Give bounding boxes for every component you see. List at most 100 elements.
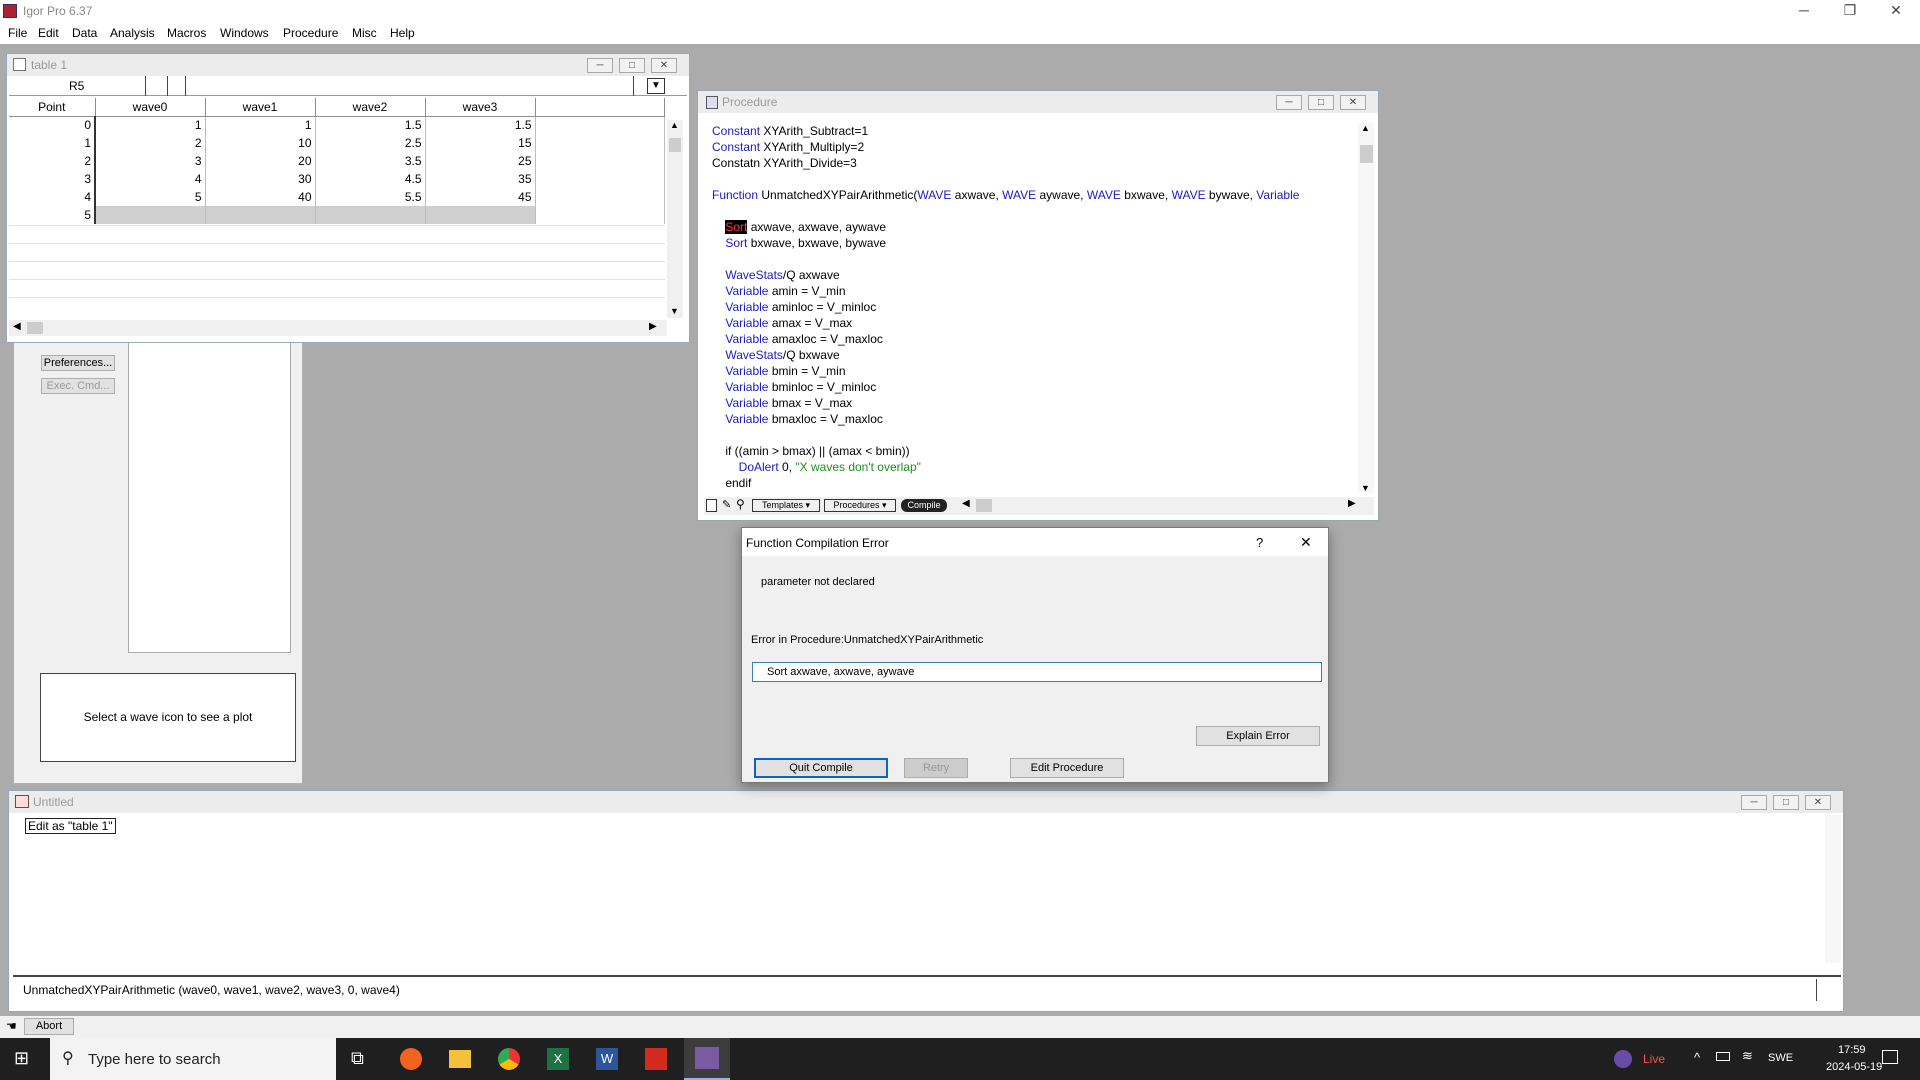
abort-button[interactable]: Abort	[24, 1018, 74, 1035]
scroll-down-icon[interactable]: ▼	[1361, 483, 1370, 493]
table-title-bar[interactable]: table 1 ─ □ ✕	[7, 54, 689, 76]
menu-edit[interactable]: Edit	[38, 26, 59, 40]
horizontal-scrollbar[interactable]: ◀ ▶	[9, 320, 667, 336]
menu-analysis[interactable]: Analysis	[110, 26, 155, 40]
table-cell[interactable]: 40	[205, 188, 316, 206]
templates-menu[interactable]: Templates ▾	[752, 499, 820, 512]
table-cell[interactable]: 1	[205, 116, 316, 134]
table-cell[interactable]: 45	[425, 188, 536, 206]
cell-entry-bar[interactable]: R5 ▼	[9, 76, 687, 96]
table-cell[interactable]: 1.5	[425, 116, 536, 134]
vertical-scrollbar[interactable]: ▲ ▼	[667, 120, 683, 318]
scroll-left-icon[interactable]: ◀	[962, 498, 970, 509]
scroll-up-icon[interactable]: ▲	[670, 120, 679, 130]
scroll-left-icon[interactable]: ◀	[13, 321, 21, 332]
language-indicator[interactable]: SWE	[1768, 1052, 1793, 1064]
table-cell[interactable]: 5.5	[315, 188, 426, 206]
wifi-icon[interactable]: ≋	[1742, 1048, 1753, 1064]
maximize-icon[interactable]: □	[619, 58, 645, 73]
menu-macros[interactable]: Macros	[167, 26, 206, 40]
vertical-scrollbar[interactable]: ▲ ▼	[1358, 123, 1374, 493]
exec-cmd-button[interactable]: Exec. Cmd...	[41, 378, 115, 394]
scroll-right-icon[interactable]: ▶	[1348, 498, 1356, 509]
minimize-icon[interactable]: ─	[1784, 2, 1824, 22]
error-code-field[interactable]: Sort axwave, axwave, aywave	[752, 662, 1322, 682]
table-cell[interactable]: 4	[9, 188, 96, 206]
scroll-right-icon[interactable]: ▶	[649, 321, 657, 332]
taskbar-search[interactable]: ⚲ Type here to search	[50, 1038, 336, 1080]
close-icon[interactable]: ✕	[1805, 795, 1831, 810]
procedures-menu[interactable]: Procedures ▾	[824, 499, 896, 512]
word-icon[interactable]: W	[596, 1048, 618, 1070]
maximize-icon[interactable]: □	[1308, 95, 1334, 110]
table-cell[interactable]: 2	[9, 152, 96, 170]
clock-time[interactable]: 17:59	[1838, 1044, 1866, 1056]
close-icon[interactable]: ✕	[651, 58, 677, 73]
minimize-icon[interactable]: ─	[1276, 95, 1302, 110]
scroll-thumb[interactable]	[27, 322, 43, 334]
minimize-icon[interactable]: ─	[587, 58, 613, 73]
menu-misc[interactable]: Misc	[352, 26, 377, 40]
explain-error-button[interactable]: Explain Error	[1196, 726, 1320, 746]
menu-help[interactable]: Help	[390, 26, 415, 40]
edit-procedure-button[interactable]: Edit Procedure	[1010, 758, 1124, 778]
scroll-thumb[interactable]	[976, 499, 992, 512]
table-cell[interactable]	[315, 206, 426, 224]
table-cell[interactable]: 5	[95, 188, 206, 206]
table-cell[interactable]: 4.5	[315, 170, 426, 188]
table-cell[interactable]: 30	[205, 170, 316, 188]
chevron-up-icon[interactable]: ^	[1694, 1050, 1700, 1065]
browser-list[interactable]	[128, 341, 291, 653]
table-cell[interactable]: 15	[425, 134, 536, 152]
live-label[interactable]: Live	[1643, 1052, 1665, 1066]
table-cell[interactable]: 3	[9, 170, 96, 188]
close-icon[interactable]: ✕	[1340, 95, 1366, 110]
splitter[interactable]	[13, 975, 1841, 977]
scroll-thumb[interactable]	[1360, 145, 1373, 163]
firefox-icon[interactable]	[400, 1048, 422, 1070]
procedure-title-bar[interactable]: Procedure ─ □ ✕	[698, 91, 1378, 113]
table-cell[interactable]: 1.5	[315, 116, 426, 134]
task-view-icon[interactable]: ⧉	[351, 1048, 364, 1069]
table-cell[interactable]: 35	[425, 170, 536, 188]
close-icon[interactable]: ✕	[1300, 534, 1312, 551]
menu-procedure[interactable]: Procedure	[283, 26, 338, 40]
table-cell[interactable]	[95, 206, 206, 224]
retry-button[interactable]: Retry	[904, 758, 968, 778]
file-explorer-icon[interactable]	[449, 1050, 471, 1068]
help-icon[interactable]: ?	[1256, 535, 1263, 550]
column-header[interactable]: wave1	[205, 98, 316, 117]
restore-icon[interactable]: ❐	[1830, 2, 1870, 22]
history-scrollbar[interactable]	[1825, 815, 1841, 963]
table-cell[interactable]: 2	[95, 134, 206, 152]
column-header[interactable]: wave2	[315, 98, 426, 117]
table-cell[interactable]	[205, 206, 316, 224]
maximize-icon[interactable]: □	[1773, 795, 1799, 810]
column-header[interactable]: wave0	[95, 98, 206, 117]
preferences-button[interactable]: Preferences...	[41, 355, 115, 371]
table-cell[interactable]: 3.5	[315, 152, 426, 170]
table-cell[interactable]: 1	[9, 134, 96, 152]
table-cell[interactable]: 2.5	[315, 134, 426, 152]
command-line-input[interactable]: UnmatchedXYPairArithmetic (wave0, wave1,…	[13, 979, 1817, 1001]
menu-windows[interactable]: Windows	[220, 26, 269, 40]
menu-data[interactable]: Data	[72, 26, 97, 40]
windows-start-icon[interactable]: ⊞	[14, 1048, 29, 1069]
table-cell[interactable]: 0	[9, 116, 96, 134]
dialog-title-bar[interactable]: Function Compilation Error ? ✕	[742, 528, 1328, 556]
scroll-up-icon[interactable]: ▲	[1361, 123, 1370, 133]
table-cell[interactable]: 25	[425, 152, 536, 170]
igor-taskbar-icon[interactable]	[684, 1038, 730, 1080]
table-cell[interactable]: 3	[95, 152, 206, 170]
table-cell[interactable]: 10	[205, 134, 316, 152]
page-icon[interactable]	[706, 499, 717, 512]
table-cell[interactable]: 20	[205, 152, 316, 170]
scroll-down-icon[interactable]: ▼	[670, 306, 679, 316]
pencil-icon[interactable]: ✎	[722, 498, 731, 511]
excel-icon[interactable]: X	[547, 1048, 569, 1070]
close-icon[interactable]: ✕	[1876, 2, 1916, 22]
table-menu-icon[interactable]: ▼	[647, 78, 665, 94]
notification-icon[interactable]	[1882, 1050, 1898, 1064]
chrome-icon[interactable]	[498, 1048, 520, 1070]
column-header[interactable]: Point	[9, 98, 96, 117]
